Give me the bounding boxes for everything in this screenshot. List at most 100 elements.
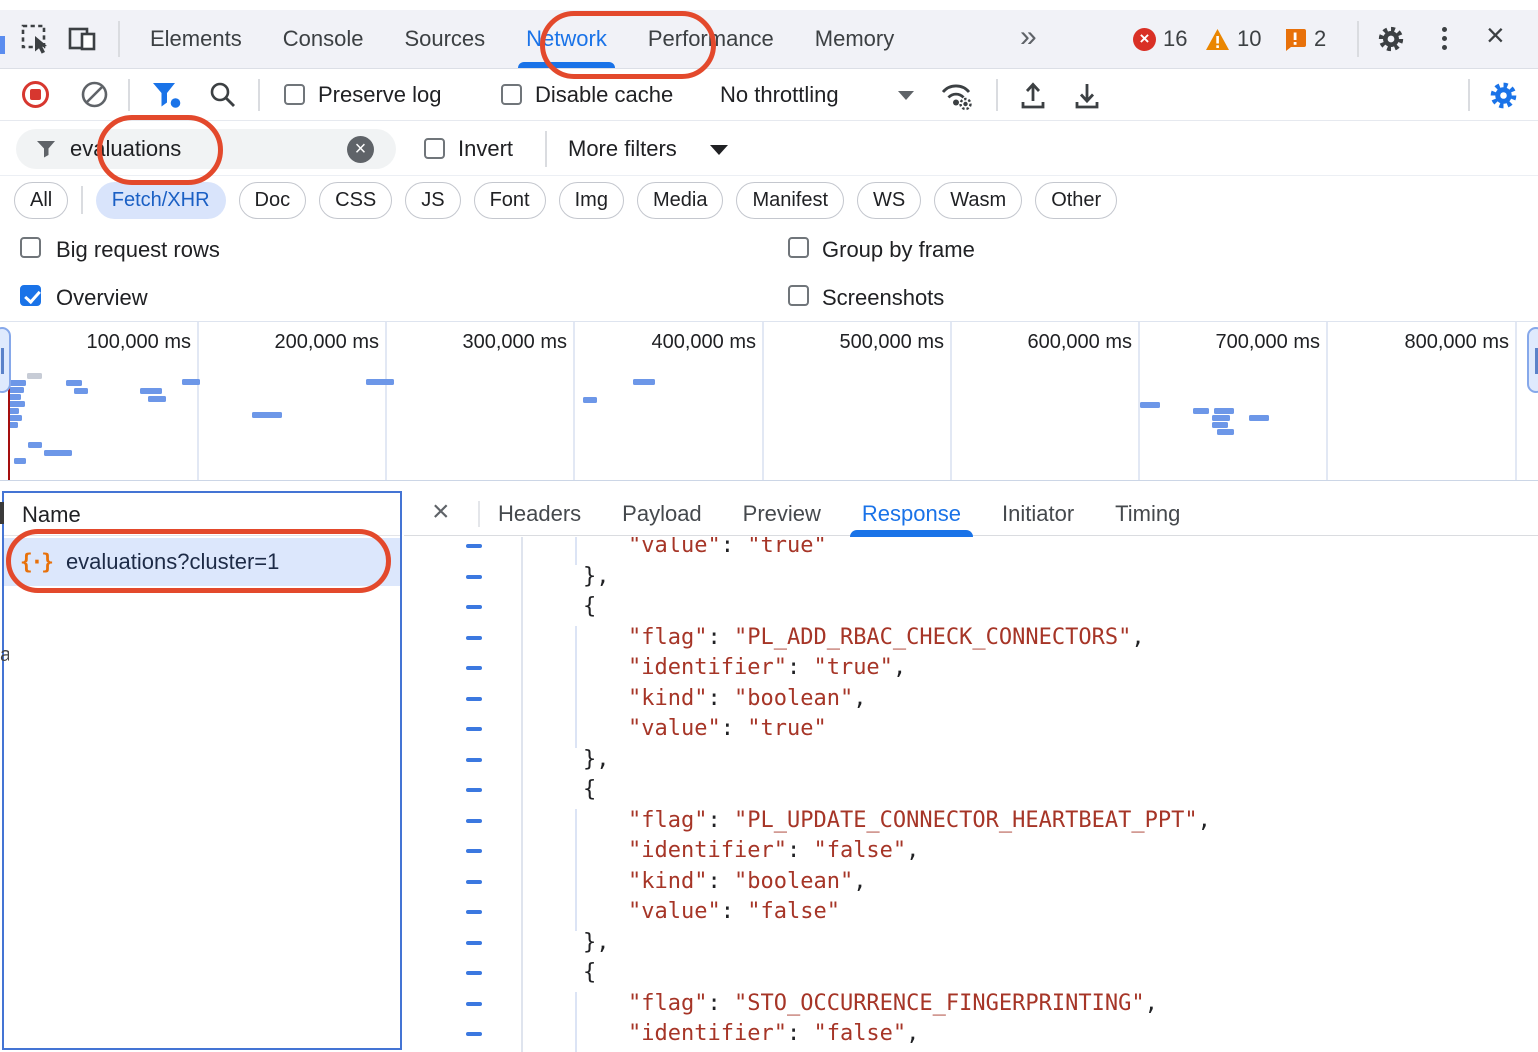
network-conditions-icon[interactable] <box>938 80 976 111</box>
divider <box>81 186 83 214</box>
chip-doc[interactable]: Doc <box>239 182 307 219</box>
chip-fetch-xhr[interactable]: Fetch/XHR <box>96 182 226 219</box>
preserve-log-checkbox[interactable] <box>284 84 305 105</box>
devtools-window: Elements Console Sources Network Performance… <box>0 0 1538 1052</box>
clear-filter-icon[interactable]: × <box>347 136 374 163</box>
tab-network[interactable]: Network <box>526 10 607 68</box>
network-overview-timeline[interactable]: 100,000 ms200,000 ms300,000 ms400,000 ms… <box>0 321 1538 481</box>
fold-marker-icon[interactable] <box>466 575 482 579</box>
issue-count: 2 <box>1314 26 1326 52</box>
request-bar <box>14 458 26 464</box>
tab-performance[interactable]: Performance <box>648 10 774 68</box>
search-icon[interactable] <box>208 80 237 109</box>
disable-cache-label: Disable cache <box>535 82 673 108</box>
record-network-log-icon[interactable] <box>22 81 49 108</box>
screenshots-checkbox[interactable] <box>788 285 809 306</box>
issues-badge[interactable]: 2 <box>1283 10 1326 68</box>
more-tabs-icon[interactable]: » <box>1020 20 1037 54</box>
chip-media[interactable]: Media <box>637 182 723 219</box>
throttling-caret-icon[interactable] <box>898 91 914 100</box>
chip-other[interactable]: Other <box>1035 182 1117 219</box>
fold-marker-icon[interactable] <box>466 636 482 640</box>
overview-left-handle[interactable] <box>0 327 11 393</box>
code-line: { <box>583 592 596 623</box>
filter-input[interactable]: evaluations × <box>16 129 396 169</box>
fold-marker-icon[interactable] <box>466 1002 482 1006</box>
import-har-icon[interactable] <box>1018 80 1048 110</box>
clear-network-log-icon[interactable] <box>80 80 109 109</box>
console-warnings-badge[interactable]: 10 <box>1205 10 1261 68</box>
gutter-separator <box>521 537 523 1052</box>
close-detail-icon[interactable]: × <box>432 495 450 529</box>
fold-marker-icon[interactable] <box>466 758 482 762</box>
detail-tab-preview[interactable]: Preview <box>743 491 821 536</box>
request-bar <box>252 412 282 418</box>
issue-icon <box>1283 27 1307 51</box>
fold-marker-icon[interactable] <box>466 788 482 792</box>
detail-tab-initiator[interactable]: Initiator <box>1002 491 1074 536</box>
chip-js[interactable]: JS <box>405 182 460 219</box>
fold-marker-icon[interactable] <box>466 849 482 853</box>
divider <box>478 501 480 527</box>
device-toolbar-icon[interactable] <box>66 23 98 55</box>
timeline-tick-label: 200,000 ms <box>274 331 379 354</box>
tab-sources[interactable]: Sources <box>404 10 485 68</box>
detail-tab-timing[interactable]: Timing <box>1115 491 1180 536</box>
fold-marker-icon[interactable] <box>466 941 482 945</box>
code-line: "kind": "boolean", <box>628 867 866 898</box>
chip-wasm[interactable]: Wasm <box>934 182 1022 219</box>
overview-right-handle[interactable] <box>1527 327 1538 393</box>
fold-marker-icon[interactable] <box>466 697 482 701</box>
fold-marker-icon[interactable] <box>466 1032 482 1036</box>
tab-memory[interactable]: Memory <box>815 10 894 68</box>
chip-css[interactable]: CSS <box>319 182 392 219</box>
name-column-header[interactable]: Name <box>4 493 400 536</box>
fold-marker-icon[interactable] <box>466 544 482 548</box>
invert-checkbox[interactable] <box>424 138 445 159</box>
chip-all[interactable]: All <box>14 182 68 219</box>
kebab-menu-icon[interactable] <box>1442 27 1447 50</box>
fold-marker-icon[interactable] <box>466 727 482 731</box>
timeline-tick-label: 400,000 ms <box>651 331 756 354</box>
fold-marker-icon[interactable] <box>466 910 482 914</box>
chip-img[interactable]: Img <box>559 182 624 219</box>
more-filters-caret-icon[interactable] <box>710 145 728 155</box>
page-fragment <box>0 36 5 54</box>
settings-gear-icon[interactable] <box>1376 24 1406 54</box>
timeline-grid-line <box>573 322 575 480</box>
export-har-icon[interactable] <box>1072 80 1102 110</box>
group-by-frame-checkbox[interactable] <box>788 237 809 258</box>
more-filters-button[interactable]: More filters <box>568 136 677 162</box>
network-settings-gear-icon[interactable] <box>1488 80 1519 111</box>
detail-tab-response[interactable]: Response <box>862 491 961 536</box>
chip-manifest[interactable]: Manifest <box>736 182 844 219</box>
timeline-tick-label: 300,000 ms <box>462 331 567 354</box>
close-devtools-icon[interactable]: × <box>1486 19 1505 51</box>
throttling-select[interactable]: No throttling <box>720 82 839 108</box>
chip-ws[interactable]: WS <box>857 182 921 219</box>
screenshots-label: Screenshots <box>822 285 944 311</box>
tab-elements[interactable]: Elements <box>150 10 242 68</box>
detail-tab-headers[interactable]: Headers <box>498 491 581 536</box>
filter-query-text: evaluations <box>70 136 181 162</box>
request-row[interactable]: {·} evaluations?cluster=1 <box>4 538 400 586</box>
detail-tab-payload[interactable]: Payload <box>622 491 702 536</box>
response-body-viewer[interactable]: "value": "true"},{"flag": "PL_ADD_RBAC_C… <box>404 537 1538 1052</box>
chip-font[interactable]: Font <box>474 182 546 219</box>
fold-marker-icon[interactable] <box>466 666 482 670</box>
disable-cache-checkbox[interactable] <box>501 84 522 105</box>
fold-marker-icon[interactable] <box>466 605 482 609</box>
request-bar <box>140 388 162 394</box>
main-tab-strip: Elements Console Sources Network Performance… <box>150 10 894 68</box>
page-fragment: a <box>0 644 9 668</box>
tab-console[interactable]: Console <box>283 10 364 68</box>
fold-marker-icon[interactable] <box>466 880 482 884</box>
fold-marker-icon[interactable] <box>466 971 482 975</box>
inspect-element-icon[interactable] <box>20 23 52 55</box>
console-errors-badge[interactable]: × 16 <box>1133 10 1187 68</box>
overview-checkbox[interactable] <box>20 285 41 306</box>
request-bar <box>633 379 655 385</box>
big-request-rows-checkbox[interactable] <box>20 237 41 258</box>
filter-icon[interactable] <box>150 81 182 109</box>
fold-marker-icon[interactable] <box>466 819 482 823</box>
